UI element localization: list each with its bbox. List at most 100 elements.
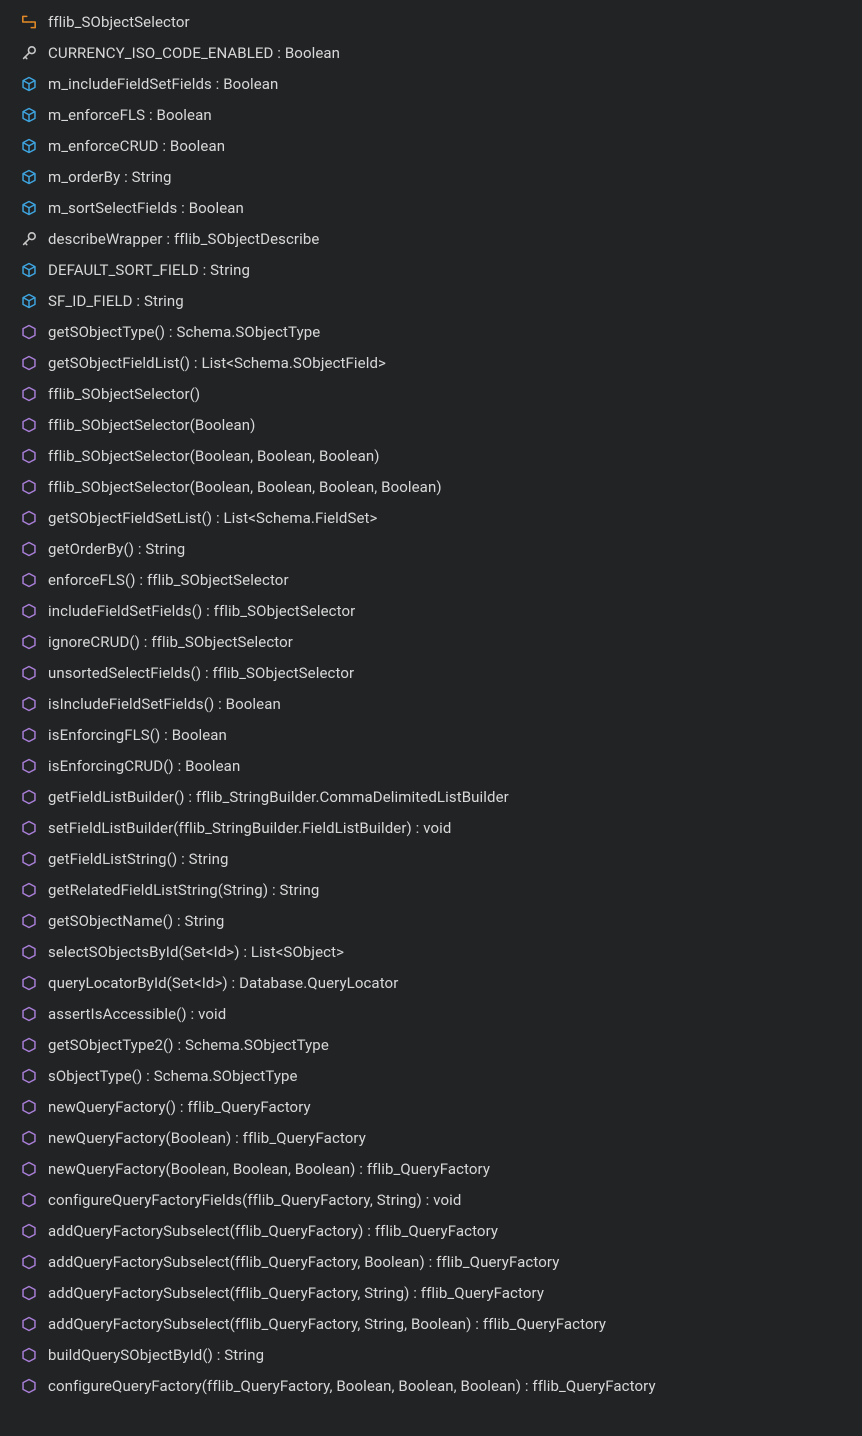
outline-item-label: fflib_SObjectSelector(Boolean, Boolean, …	[48, 447, 380, 465]
method-cube-icon	[20, 1284, 38, 1302]
outline-item-label: sObjectType() : Schema.SObjectType	[48, 1067, 298, 1085]
method-cube-icon	[20, 1036, 38, 1054]
outline-item-label: fflib_SObjectSelector()	[48, 385, 200, 403]
outline-item[interactable]: isEnforcingCRUD() : Boolean	[0, 750, 862, 781]
outline-item[interactable]: configureQueryFactory(fflib_QueryFactory…	[0, 1370, 862, 1401]
outline-item-label: enforceFLS() : fflib_SObjectSelector	[48, 571, 289, 589]
outline-item[interactable]: unsortedSelectFields() : fflib_SObjectSe…	[0, 657, 862, 688]
outline-item[interactable]: fflib_SObjectSelector(Boolean, Boolean, …	[0, 440, 862, 471]
outline-item[interactable]: assertIsAccessible() : void	[0, 998, 862, 1029]
outline-item-label: configureQueryFactoryFields(fflib_QueryF…	[48, 1191, 461, 1209]
outline-item-label: m_enforceCRUD : Boolean	[48, 137, 225, 155]
outline-item[interactable]: m_enforceFLS : Boolean	[0, 99, 862, 130]
outline-item[interactable]: m_orderBy : String	[0, 161, 862, 192]
outline-list: fflib_SObjectSelector CURRENCY_ISO_CODE_…	[0, 0, 862, 1409]
method-cube-icon	[20, 850, 38, 868]
method-cube-icon	[20, 633, 38, 651]
outline-item[interactable]: getSObjectFieldSetList() : List<Schema.F…	[0, 502, 862, 533]
outline-item[interactable]: getFieldListString() : String	[0, 843, 862, 874]
outline-item-label: assertIsAccessible() : void	[48, 1005, 226, 1023]
outline-item-label: includeFieldSetFields() : fflib_SObjectS…	[48, 602, 355, 620]
method-cube-icon	[20, 1346, 38, 1364]
outline-item-label: isEnforcingFLS() : Boolean	[48, 726, 227, 744]
method-cube-icon	[20, 1098, 38, 1116]
outline-item-label: ignoreCRUD() : fflib_SObjectSelector	[48, 633, 293, 651]
method-cube-icon	[20, 540, 38, 558]
outline-item-label: getRelatedFieldListString(String) : Stri…	[48, 881, 319, 899]
wrench-icon	[20, 44, 38, 62]
outline-item[interactable]: addQueryFactorySubselect(fflib_QueryFact…	[0, 1246, 862, 1277]
outline-item[interactable]: getRelatedFieldListString(String) : Stri…	[0, 874, 862, 905]
outline-item-label: selectSObjectsById(Set<Id>) : List<SObje…	[48, 943, 344, 961]
outline-item-label: newQueryFactory(Boolean) : fflib_QueryFa…	[48, 1129, 366, 1147]
method-cube-icon	[20, 1005, 38, 1023]
method-cube-icon	[20, 385, 38, 403]
outline-item-label: getSObjectFieldSetList() : List<Schema.F…	[48, 509, 377, 527]
outline-item[interactable]: newQueryFactory() : fflib_QueryFactory	[0, 1091, 862, 1122]
outline-item[interactable]: setFieldListBuilder(fflib_StringBuilder.…	[0, 812, 862, 843]
outline-item[interactable]: getSObjectName() : String	[0, 905, 862, 936]
outline-item-label: setFieldListBuilder(fflib_StringBuilder.…	[48, 819, 451, 837]
outline-item[interactable]: isIncludeFieldSetFields() : Boolean	[0, 688, 862, 719]
outline-item[interactable]: fflib_SObjectSelector	[0, 6, 862, 37]
outline-item[interactable]: SF_ID_FIELD : String	[0, 285, 862, 316]
outline-item[interactable]: addQueryFactorySubselect(fflib_QueryFact…	[0, 1277, 862, 1308]
outline-item[interactable]: DEFAULT_SORT_FIELD : String	[0, 254, 862, 285]
method-cube-icon	[20, 1160, 38, 1178]
method-cube-icon	[20, 1129, 38, 1147]
outline-item[interactable]: includeFieldSetFields() : fflib_SObjectS…	[0, 595, 862, 626]
outline-item-label: newQueryFactory(Boolean, Boolean, Boolea…	[48, 1160, 490, 1178]
method-cube-icon	[20, 1315, 38, 1333]
field-cube-icon	[20, 168, 38, 186]
method-cube-icon	[20, 974, 38, 992]
outline-item[interactable]: addQueryFactorySubselect(fflib_QueryFact…	[0, 1215, 862, 1246]
outline-item[interactable]: newQueryFactory(Boolean, Boolean, Boolea…	[0, 1153, 862, 1184]
field-cube-icon	[20, 292, 38, 310]
outline-item[interactable]: isEnforcingFLS() : Boolean	[0, 719, 862, 750]
outline-item-label: getSObjectType() : Schema.SObjectType	[48, 323, 320, 341]
outline-item-label: m_includeFieldSetFields : Boolean	[48, 75, 278, 93]
outline-item[interactable]: buildQuerySObjectById() : String	[0, 1339, 862, 1370]
outline-item[interactable]: CURRENCY_ISO_CODE_ENABLED : Boolean	[0, 37, 862, 68]
outline-item[interactable]: ignoreCRUD() : fflib_SObjectSelector	[0, 626, 862, 657]
outline-item-label: getSObjectName() : String	[48, 912, 224, 930]
outline-item[interactable]: configureQueryFactoryFields(fflib_QueryF…	[0, 1184, 862, 1215]
method-cube-icon	[20, 912, 38, 930]
outline-item[interactable]: getOrderBy() : String	[0, 533, 862, 564]
outline-item[interactable]: getSObjectType2() : Schema.SObjectType	[0, 1029, 862, 1060]
outline-item-label: addQueryFactorySubselect(fflib_QueryFact…	[48, 1284, 544, 1302]
outline-item-label: m_orderBy : String	[48, 168, 172, 186]
outline-item-label: SF_ID_FIELD : String	[48, 292, 184, 310]
outline-item-label: addQueryFactorySubselect(fflib_QueryFact…	[48, 1315, 606, 1333]
outline-item-label: m_enforceFLS : Boolean	[48, 106, 212, 124]
outline-item-label: getSObjectFieldList() : List<Schema.SObj…	[48, 354, 386, 372]
method-cube-icon	[20, 788, 38, 806]
outline-item-label: DEFAULT_SORT_FIELD : String	[48, 261, 250, 279]
outline-item-label: fflib_SObjectSelector	[48, 13, 190, 31]
outline-item-label: unsortedSelectFields() : fflib_SObjectSe…	[48, 664, 354, 682]
method-cube-icon	[20, 1191, 38, 1209]
method-cube-icon	[20, 881, 38, 899]
outline-item-label: describeWrapper : fflib_SObjectDescribe	[48, 230, 319, 248]
outline-item[interactable]: m_includeFieldSetFields : Boolean	[0, 68, 862, 99]
outline-item[interactable]: getSObjectType() : Schema.SObjectType	[0, 316, 862, 347]
outline-item[interactable]: m_enforceCRUD : Boolean	[0, 130, 862, 161]
outline-item[interactable]: addQueryFactorySubselect(fflib_QueryFact…	[0, 1308, 862, 1339]
outline-item[interactable]: newQueryFactory(Boolean) : fflib_QueryFa…	[0, 1122, 862, 1153]
outline-item[interactable]: selectSObjectsById(Set<Id>) : List<SObje…	[0, 936, 862, 967]
outline-item[interactable]: getFieldListBuilder() : fflib_StringBuil…	[0, 781, 862, 812]
outline-item[interactable]: getSObjectFieldList() : List<Schema.SObj…	[0, 347, 862, 378]
outline-item[interactable]: fflib_SObjectSelector()	[0, 378, 862, 409]
outline-item[interactable]: sObjectType() : Schema.SObjectType	[0, 1060, 862, 1091]
outline-item[interactable]: fflib_SObjectSelector(Boolean)	[0, 409, 862, 440]
method-cube-icon	[20, 509, 38, 527]
outline-item[interactable]: queryLocatorById(Set<Id>) : Database.Que…	[0, 967, 862, 998]
outline-item[interactable]: m_sortSelectFields : Boolean	[0, 192, 862, 223]
field-cube-icon	[20, 261, 38, 279]
outline-item[interactable]: describeWrapper : fflib_SObjectDescribe	[0, 223, 862, 254]
outline-item-label: queryLocatorById(Set<Id>) : Database.Que…	[48, 974, 398, 992]
outline-item[interactable]: fflib_SObjectSelector(Boolean, Boolean, …	[0, 471, 862, 502]
outline-item[interactable]: enforceFLS() : fflib_SObjectSelector	[0, 564, 862, 595]
outline-item-label: addQueryFactorySubselect(fflib_QueryFact…	[48, 1253, 559, 1271]
method-cube-icon	[20, 416, 38, 434]
